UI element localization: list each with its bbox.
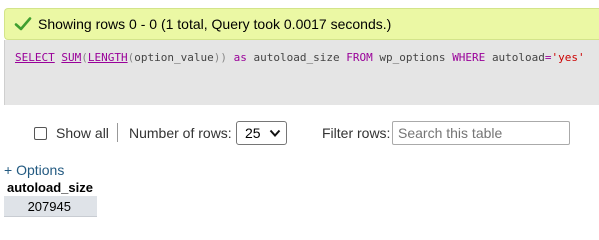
sql-keyword-select[interactable]: SELECT bbox=[15, 51, 55, 64]
sql-alias: autoload_size bbox=[253, 51, 340, 64]
table-row[interactable]: 207945 bbox=[4, 196, 97, 217]
success-message: Showing rows 0 - 0 (1 total, Query took … bbox=[4, 8, 599, 40]
sql-table: wp_options bbox=[379, 51, 446, 64]
sql-keyword-from: FROM bbox=[346, 51, 373, 64]
show-all-label[interactable]: Show all bbox=[56, 125, 109, 141]
show-all-checkbox[interactable] bbox=[34, 127, 47, 140]
sql-keyword-where: WHERE bbox=[452, 51, 486, 64]
rows-label: Number of rows: bbox=[129, 125, 232, 141]
divider bbox=[117, 123, 118, 142]
rows-per-page-select[interactable]: 25 bbox=[236, 121, 287, 145]
sql-where-value: 'yes' bbox=[551, 51, 585, 64]
sql-column: option_value bbox=[134, 51, 214, 64]
options-link[interactable]: + Options bbox=[4, 162, 64, 178]
sql-function-sum[interactable]: SUM bbox=[61, 51, 81, 64]
sql-keyword-as: as bbox=[233, 51, 247, 64]
filter-rows-input[interactable] bbox=[392, 121, 570, 145]
chevron-down-icon bbox=[269, 129, 281, 137]
rows-select-value: 25 bbox=[245, 125, 261, 141]
header-row: autoload_size bbox=[4, 178, 97, 196]
sql-query-box: SELECT SUM(LENGTH(option_value)) as auto… bbox=[4, 40, 599, 105]
results-table: autoload_size 207945 bbox=[4, 178, 97, 217]
sql-function-length[interactable]: LENGTH bbox=[88, 51, 128, 64]
sql-query: SELECT SUM(LENGTH(option_value)) as auto… bbox=[15, 51, 585, 64]
sql-where-column: autoload bbox=[491, 51, 545, 64]
filter-label: Filter rows: bbox=[322, 125, 391, 141]
table-controls: Show all Number of rows: 25 Filter rows: bbox=[0, 120, 599, 148]
check-icon bbox=[14, 17, 32, 31]
status-text: Showing rows 0 - 0 (1 total, Query took … bbox=[38, 16, 392, 32]
column-header-autoload-size[interactable]: autoload_size bbox=[4, 178, 97, 196]
table-cell[interactable]: 207945 bbox=[4, 196, 97, 217]
